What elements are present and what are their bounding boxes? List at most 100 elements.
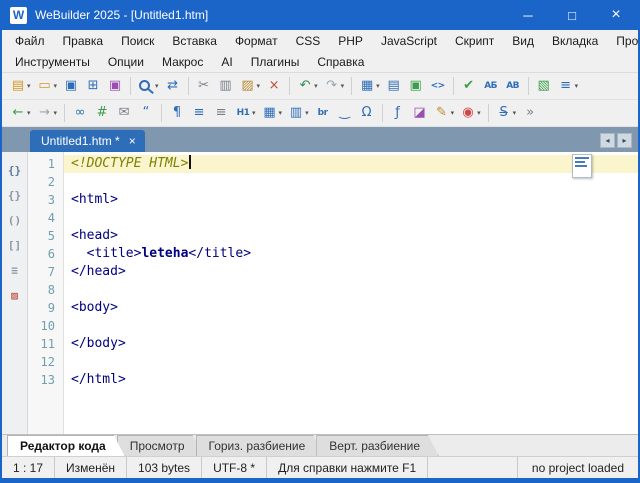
copy-button[interactable]: ▥: [215, 74, 237, 98]
navigate-back-button[interactable]: ← ▾: [7, 101, 34, 125]
code-text[interactable]: <title>leteha</title>: [64, 245, 638, 263]
menu-ai[interactable]: AI: [212, 55, 241, 69]
comment-button[interactable]: “: [135, 101, 157, 125]
toolbar-menu-button[interactable]: ≡ ▾: [555, 74, 582, 98]
maximize-button[interactable]: □: [550, 0, 594, 30]
fold-braces-button[interactable]: {}: [4, 158, 26, 180]
strikethrough-button[interactable]: S ▾: [493, 101, 520, 125]
code-text[interactable]: [64, 317, 638, 335]
view-tab-code-editor[interactable]: Редактор кода: [7, 435, 125, 456]
navigate-forward-button[interactable]: → ▾: [34, 101, 61, 125]
line-number: 7: [47, 265, 55, 279]
tab-scroll-left-button[interactable]: ◂: [600, 133, 615, 148]
view-tab-horizontal-split[interactable]: Гориз. разбиение: [196, 435, 325, 456]
tag-case-button[interactable]: AB: [502, 74, 524, 98]
code-text[interactable]: [64, 353, 638, 371]
div-layer-icon: ▥: [289, 105, 303, 120]
minimize-button[interactable]: ─: [506, 0, 550, 30]
menu-macros[interactable]: Макрос: [153, 55, 212, 69]
view-tab-vertical-split[interactable]: Верт. разбиение: [316, 435, 439, 456]
spell-check-button[interactable]: ✔: [458, 74, 480, 98]
code-text[interactable]: <!DOCTYPE HTML>: [64, 155, 638, 173]
div-layer-button[interactable]: ▥ ▾: [285, 101, 312, 125]
menu-edit[interactable]: Правка: [54, 34, 113, 48]
menu-insert[interactable]: Вставка: [163, 34, 226, 48]
paste-button[interactable]: ▨ ▾: [237, 74, 264, 98]
uppercase-button[interactable]: АБ: [480, 74, 502, 98]
code-text[interactable]: [64, 173, 638, 191]
cut-button[interactable]: ✂: [193, 74, 215, 98]
menu-php[interactable]: PHP: [329, 34, 372, 48]
more-tools-button[interactable]: »: [519, 101, 541, 125]
menu-file[interactable]: Файл: [6, 34, 54, 48]
eraser-button[interactable]: ◪: [409, 101, 431, 125]
tab-scroll-right-button[interactable]: ▸: [617, 133, 632, 148]
menu-options[interactable]: Опции: [99, 55, 153, 69]
menu-help[interactable]: Справка: [308, 55, 373, 69]
fold-braces-alt-button[interactable]: {}: [4, 183, 26, 205]
fold-parentheses-button[interactable]: (): [4, 208, 26, 230]
special-character-button[interactable]: Ω: [356, 101, 378, 125]
code-text[interactable]: </head>: [64, 263, 638, 281]
dropdown-arrow-icon: ▾: [278, 109, 283, 117]
plugins-button[interactable]: ▧: [533, 74, 555, 98]
redo-button[interactable]: ↷ ▾: [321, 74, 348, 98]
code-text[interactable]: <body>: [64, 299, 638, 317]
save-button[interactable]: ▣: [60, 74, 82, 98]
color-picker-button[interactable]: ◉ ▾: [457, 101, 484, 125]
menu-javascript[interactable]: JavaScript: [372, 34, 446, 48]
save-all-button[interactable]: ⊞: [82, 74, 104, 98]
tab-close-icon[interactable]: ×: [129, 135, 136, 147]
view-tab-preview[interactable]: Просмотр: [117, 435, 204, 456]
menu-project[interactable]: Проект: [607, 34, 638, 48]
navigate-forward-icon: →: [39, 105, 50, 120]
menu-tools[interactable]: Инструменты: [6, 55, 99, 69]
undo-button[interactable]: ↶ ▾: [294, 74, 321, 98]
code-text[interactable]: </html>: [64, 371, 638, 389]
code-text[interactable]: <head>: [64, 227, 638, 245]
validator-button[interactable]: ▨: [4, 283, 26, 305]
new-document-button[interactable]: ▤ ▾: [7, 74, 34, 98]
toolbar-separator: [381, 104, 383, 122]
document-tab[interactable]: Untitled1.htm * ×: [30, 130, 145, 152]
insert-form-button[interactable]: ▤: [383, 74, 405, 98]
mailto-link-button[interactable]: ✉: [113, 101, 135, 125]
menu-script[interactable]: Скрипт: [446, 34, 503, 48]
menu-format[interactable]: Формат: [226, 34, 287, 48]
numbered-list-button[interactable]: ≡: [210, 101, 232, 125]
menu-view[interactable]: Вид: [503, 34, 543, 48]
heading-button[interactable]: H1 ▾: [232, 101, 259, 125]
paragraph-button[interactable]: ¶: [166, 101, 188, 125]
replace-button[interactable]: ⇄: [162, 74, 184, 98]
code-editor[interactable]: 1 <!DOCTYPE HTML> 2 3 <html> 4 5 <head> 6 <title…: [28, 152, 638, 434]
menu-css[interactable]: CSS: [287, 34, 330, 48]
dropdown-arrow-icon: ▾: [450, 109, 455, 117]
format-brush-button[interactable]: ✎ ▾: [431, 101, 458, 125]
anchor-button[interactable]: #: [91, 101, 113, 125]
non-breaking-space-button[interactable]: ‿: [334, 101, 356, 125]
code-text[interactable]: [64, 209, 638, 227]
insert-image-button[interactable]: ▣: [405, 74, 427, 98]
hyperlink-button[interactable]: ∞: [69, 101, 91, 125]
table-button[interactable]: ▦ ▾: [259, 101, 286, 125]
fold-brackets-button[interactable]: []: [4, 233, 26, 255]
save-as-button[interactable]: ▣: [104, 74, 126, 98]
insert-table-button[interactable]: ▦ ▾: [356, 74, 383, 98]
copy-icon: ▥: [219, 78, 232, 93]
menu-tab[interactable]: Вкладка: [543, 34, 607, 48]
close-button[interactable]: ×: [594, 0, 638, 30]
script-button[interactable]: ƒ: [387, 101, 409, 125]
code-text[interactable]: <html>: [64, 191, 638, 209]
table-icon: ▦: [263, 105, 276, 120]
delete-button[interactable]: ×: [263, 74, 285, 98]
menu-plugins[interactable]: Плагины: [242, 55, 309, 69]
insert-tag-button[interactable]: <>: [427, 74, 449, 98]
find-button[interactable]: ▾: [135, 74, 162, 98]
line-break-button[interactable]: br: [312, 101, 334, 125]
menu-search[interactable]: Поиск: [112, 34, 163, 48]
code-text[interactable]: </body>: [64, 335, 638, 353]
code-text[interactable]: [64, 281, 638, 299]
bullet-list-button[interactable]: ≡: [188, 101, 210, 125]
panel-list-button[interactable]: ≡: [4, 258, 26, 280]
open-file-button[interactable]: ▭ ▾: [34, 74, 61, 98]
